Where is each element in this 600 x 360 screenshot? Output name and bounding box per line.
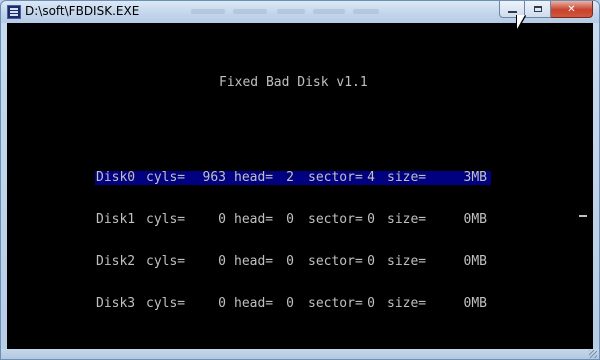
console-window: D:\soft\FBDISK.EXE ✕ Fixed Bad Disk v1.1… xyxy=(0,0,600,360)
sector-value: 4 xyxy=(367,170,375,185)
head-value: 0 xyxy=(286,296,294,311)
mouse-pointer-icon xyxy=(517,15,525,29)
size-value: 0MB xyxy=(463,254,487,269)
head-value: 0 xyxy=(286,254,294,269)
window-controls: ✕ xyxy=(499,1,593,19)
size-label: size= xyxy=(387,296,427,311)
head-value: 0 xyxy=(286,212,294,227)
size-label: size= xyxy=(387,170,427,185)
window-title: D:\soft\FBDISK.EXE xyxy=(25,4,140,18)
cyls-value: 0 xyxy=(218,296,226,311)
title-bar-blurred-menu xyxy=(353,9,379,14)
close-icon: ✕ xyxy=(567,3,576,15)
console-output[interactable]: Fixed Bad Disk v1.1 Disk0 cyls= 963 head… xyxy=(7,23,593,349)
program-heading: Fixed Bad Disk v1.1 xyxy=(219,75,368,90)
title-bar-blurred-menu xyxy=(277,9,305,14)
head-label: head= xyxy=(234,212,274,227)
maximize-button[interactable] xyxy=(525,1,551,18)
head-label: head= xyxy=(234,170,274,185)
window-bottom-border xyxy=(1,349,599,359)
cyls-label: cyls= xyxy=(146,212,186,227)
disk-row[interactable]: Disk0 cyls= 963 head= 2 sector= 4 size= … xyxy=(95,171,491,185)
resize-grip-icon[interactable] xyxy=(589,350,597,358)
minimize-icon xyxy=(507,11,517,13)
head-value: 2 xyxy=(286,170,294,185)
cyls-value: 0 xyxy=(218,212,226,227)
sector-value: 0 xyxy=(367,212,375,227)
title-bar-blurred-menu xyxy=(191,9,225,14)
text-cursor xyxy=(579,215,587,217)
cyls-label: cyls= xyxy=(146,296,186,311)
sector-label: sector= xyxy=(308,296,363,311)
title-bar-blurred-menu xyxy=(233,9,267,14)
cyls-value: 0 xyxy=(218,254,226,269)
cyls-label: cyls= xyxy=(146,170,186,185)
sector-label: sector= xyxy=(308,254,363,269)
maximize-icon xyxy=(533,6,542,12)
sector-label: sector= xyxy=(308,170,363,185)
size-value: 3MB xyxy=(463,170,487,185)
sector-value: 0 xyxy=(367,254,375,269)
disk-list: Disk0 cyls= 963 head= 2 sector= 4 size= … xyxy=(95,143,587,349)
disk-row[interactable]: Disk3 cyls= 0 head= 0 sector= 0 size= 0M… xyxy=(95,297,491,311)
sector-value: 0 xyxy=(367,296,375,311)
size-value: 0MB xyxy=(463,212,487,227)
disk-row[interactable]: Disk1 cyls= 0 head= 0 sector= 0 size= 0M… xyxy=(95,213,491,227)
console-app-icon[interactable] xyxy=(7,5,21,19)
size-label: size= xyxy=(387,254,427,269)
disk-name: Disk0 xyxy=(96,170,136,185)
title-bar[interactable]: D:\soft\FBDISK.EXE ✕ xyxy=(1,1,599,23)
size-label: size= xyxy=(387,212,427,227)
title-bar-blurred-menu xyxy=(313,9,345,14)
close-button[interactable]: ✕ xyxy=(551,1,593,18)
disk-row[interactable]: Disk2 cyls= 0 head= 0 sector= 0 size= 0M… xyxy=(95,255,491,269)
disk-name: Disk3 xyxy=(96,296,136,311)
size-value: 0MB xyxy=(463,296,487,311)
disk-name: Disk1 xyxy=(96,212,136,227)
cyls-value: 963 xyxy=(202,170,226,185)
sector-label: sector= xyxy=(308,212,363,227)
head-label: head= xyxy=(234,254,274,269)
disk-name: Disk2 xyxy=(96,254,136,269)
head-label: head= xyxy=(234,296,274,311)
cyls-label: cyls= xyxy=(146,254,186,269)
